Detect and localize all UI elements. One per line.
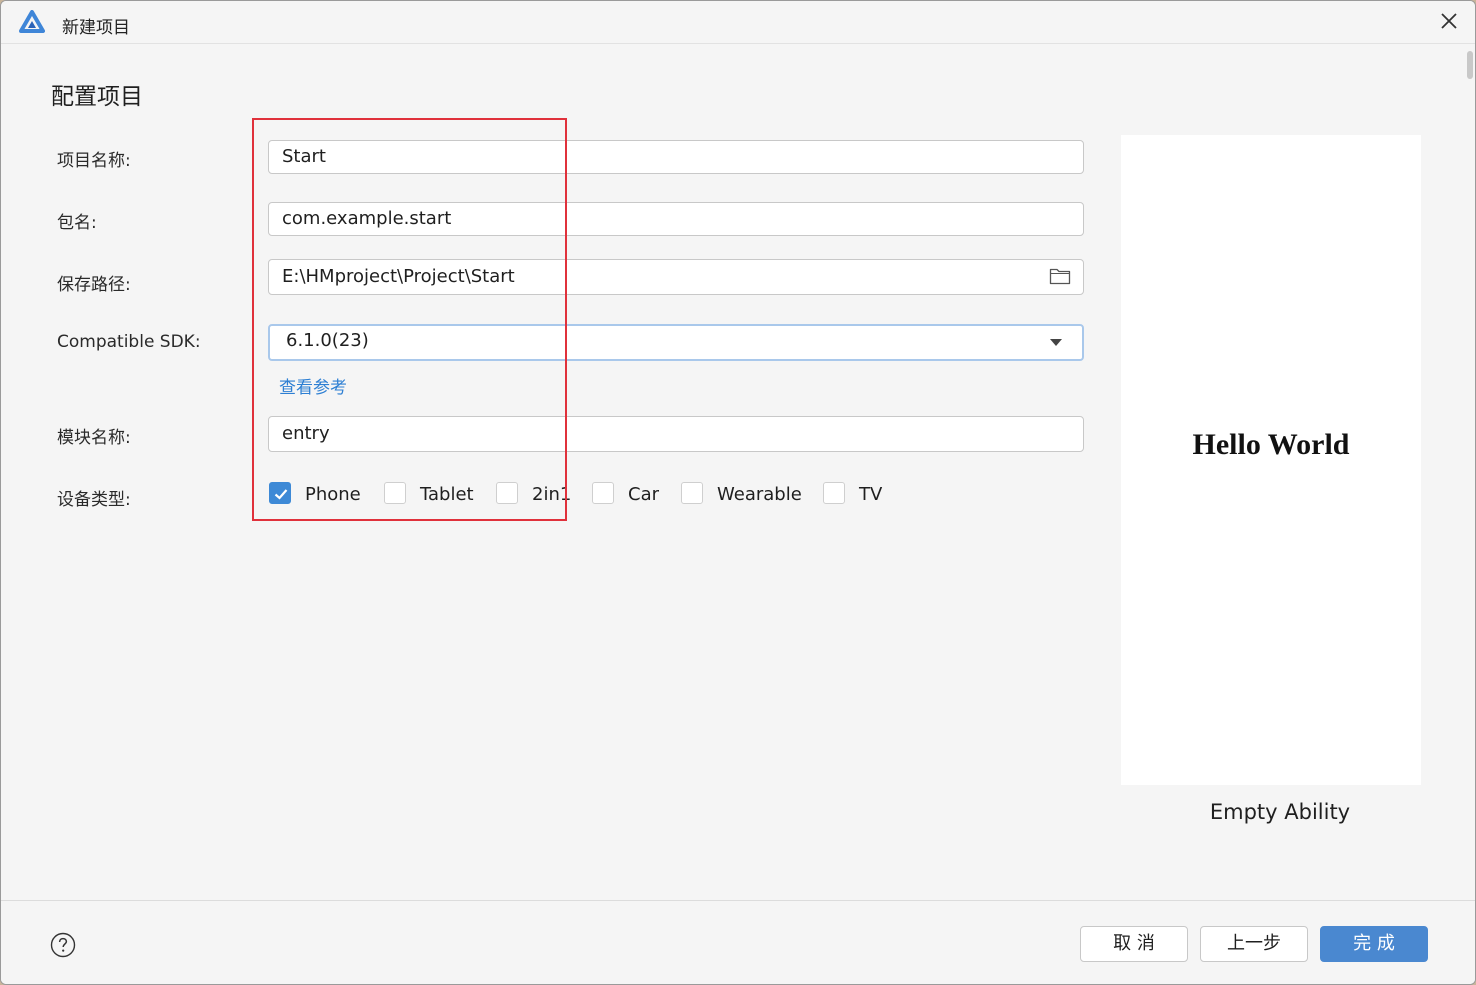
checkbox-phone-label: Phone — [305, 484, 361, 505]
reference-link[interactable]: 查看参考 — [279, 373, 347, 398]
project-name-label: 项目名称: — [57, 151, 131, 171]
new-project-dialog: 新建项目 配置项目 项目名称: Start 包名: com.example.st… — [0, 0, 1476, 985]
save-path-input[interactable]: E:\HMproject\Project\Start — [268, 259, 1084, 295]
checkbox-tv-label: TV — [859, 484, 883, 505]
finish-button[interactable]: 完 成 — [1320, 926, 1428, 962]
preview-hello-text: Hello World — [1192, 428, 1350, 461]
checkbox-car-label: Car — [628, 484, 659, 505]
help-circle-icon[interactable] — [50, 932, 76, 958]
checkbox-phone-box[interactable] — [269, 482, 291, 504]
package-name-label: 包名: — [57, 213, 97, 233]
deveco-logo-icon — [19, 10, 45, 33]
page-title: 配置项目 — [51, 84, 143, 110]
checkbox-wearable-label: Wearable — [717, 484, 802, 505]
template-preview: Hello World — [1121, 135, 1421, 785]
device-type-label: 设备类型: — [57, 490, 131, 510]
module-name-input[interactable]: entry — [268, 416, 1084, 452]
check-icon — [274, 489, 288, 500]
cancel-button[interactable]: 取 消 — [1080, 926, 1188, 962]
dialog-footer: 取 消 上一步 完 成 — [1, 900, 1475, 984]
scrollbar[interactable] — [1467, 51, 1473, 79]
checkbox-tv-box[interactable] — [823, 482, 845, 504]
window-title: 新建项目 — [62, 18, 130, 38]
project-name-input[interactable]: Start — [268, 140, 1084, 174]
project-name-value: Start — [282, 146, 326, 167]
module-name-label: 模块名称: — [57, 428, 131, 448]
folder-icon[interactable] — [1049, 267, 1071, 285]
package-name-value: com.example.start — [282, 208, 452, 229]
sdk-select[interactable]: 6.1.0(23) — [268, 324, 1084, 361]
sdk-label: Compatible SDK: — [57, 332, 201, 352]
save-path-label: 保存路径: — [57, 275, 131, 295]
checkbox-tablet-label: Tablet — [420, 484, 474, 505]
checkbox-2in1-box[interactable] — [496, 482, 518, 504]
checkbox-2in1-label: 2in1 — [532, 484, 572, 505]
template-name: Empty Ability — [1209, 800, 1351, 824]
save-path-value: E:\HMproject\Project\Start — [282, 266, 515, 287]
chevron-down-icon[interactable] — [1050, 339, 1062, 346]
previous-button[interactable]: 上一步 — [1200, 926, 1308, 962]
checkbox-wearable-box[interactable] — [681, 482, 703, 504]
package-name-input[interactable]: com.example.start — [268, 202, 1084, 236]
checkbox-tablet-box[interactable] — [384, 482, 406, 504]
close-icon[interactable] — [1437, 9, 1461, 33]
module-name-value: entry — [282, 423, 330, 444]
title-bar: 新建项目 — [1, 1, 1475, 79]
checkbox-car-box[interactable] — [592, 482, 614, 504]
sdk-value: 6.1.0(23) — [286, 330, 369, 351]
annotation-highlight-box — [252, 118, 567, 521]
